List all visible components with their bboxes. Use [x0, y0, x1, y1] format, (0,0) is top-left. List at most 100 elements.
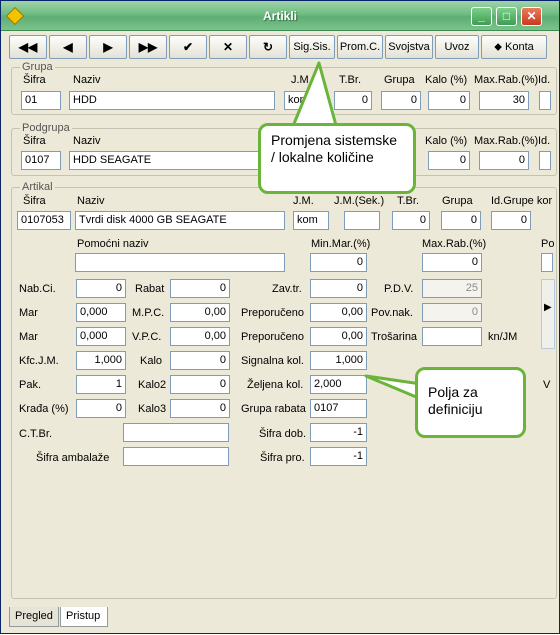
accept-button[interactable]: ✔ — [169, 35, 207, 59]
grupa-maxrab-field[interactable]: 30 — [479, 91, 529, 110]
mpc-label: M.P.C. — [132, 307, 165, 319]
podgrupa-maxrab-field[interactable]: 0 — [479, 151, 529, 170]
zeljena-field[interactable]: 2,000 — [310, 375, 367, 394]
artikal-idgrupe-field[interactable]: 0 — [491, 211, 531, 230]
grupa-id-label: Id. — [538, 74, 551, 86]
uvoz-button[interactable]: Uvoz — [435, 35, 479, 59]
sifra-amb-field[interactable] — [123, 447, 229, 466]
grupa-sifra-label: Šifra — [23, 74, 46, 86]
artikal-maxrab-field[interactable]: 0 — [422, 253, 482, 272]
artikal-grupa-label: Grupa — [442, 195, 473, 207]
mar1-field[interactable]: 0,000 — [76, 303, 126, 322]
refresh-button[interactable]: ↻ — [249, 35, 287, 59]
kalo2-field[interactable]: 0 — [170, 375, 230, 394]
prom-c-button[interactable]: Prom.C. — [337, 35, 383, 59]
polja-callout-text: Polja za definiciju — [428, 384, 483, 417]
po-field[interactable] — [541, 253, 553, 272]
artikal-naziv-field[interactable]: Tvrdi disk 4000 GB SEAGATE — [75, 211, 285, 230]
close-button[interactable]: ✕ — [521, 7, 542, 26]
rabat-field[interactable]: 0 — [170, 279, 230, 298]
trosarina-field[interactable] — [422, 327, 482, 346]
artikal-grupa-field[interactable]: 0 — [441, 211, 481, 230]
mar2-field[interactable]: 0,000 — [76, 327, 126, 346]
artikal-jm-label: J.M. — [293, 195, 314, 207]
podgrupa-id-label: Id. — [538, 135, 551, 147]
kfcjm-field[interactable]: 1,000 — [76, 351, 126, 370]
kfcjm-label: Kfc.J.M. — [19, 355, 59, 367]
sig-sis-button[interactable]: Sig.Sis. — [289, 35, 335, 59]
grupa-kalo-field[interactable]: 0 — [428, 91, 470, 110]
minmar-field[interactable]: 0 — [310, 253, 367, 272]
cancel-button[interactable]: ✕ — [209, 35, 247, 59]
vpc-field[interactable]: 0,00 — [170, 327, 230, 346]
svojstva-button[interactable]: Svojstva — [385, 35, 433, 59]
next-record-button[interactable]: ▶ — [89, 35, 127, 59]
grupa-naziv-field[interactable]: HDD — [69, 91, 275, 110]
artikal-jmsek-label: J.M.(Sek.) — [334, 195, 385, 207]
grupa-maxrab-label: Max.Rab.(%) — [474, 74, 539, 86]
artikal-sifra-field[interactable]: 0107053 — [17, 211, 71, 230]
artikal-jm-field[interactable]: kom — [293, 211, 329, 230]
first-record-button[interactable]: ◀◀ — [9, 35, 47, 59]
podgrupa-sifra-field[interactable]: 0107 — [21, 151, 61, 170]
grupa-rabata-field[interactable]: 0107 — [310, 399, 367, 418]
podgrupa-id-field[interactable] — [539, 151, 551, 170]
tab-pristup[interactable]: Pristup — [60, 607, 108, 627]
sifra-pro-label: Šifra pro. — [260, 452, 305, 464]
v-label: V — [543, 379, 551, 391]
grupa-sifra-field[interactable]: 01 — [21, 91, 61, 110]
grupa-tbr-label: T.Br. — [339, 74, 362, 86]
artikal-tbr-field[interactable]: 0 — [392, 211, 430, 230]
vpc-label: V.P.C. — [132, 331, 162, 343]
pdv-field[interactable]: 25 — [422, 279, 482, 298]
grupa-id-field[interactable] — [539, 91, 551, 110]
sifra-pro-field[interactable]: -1 — [310, 447, 367, 466]
ctbr-field[interactable] — [123, 423, 229, 442]
prev-record-button[interactable]: ◀ — [49, 35, 87, 59]
kalo2-label: Kalo2 — [138, 379, 167, 391]
podgrupa-legend: Podgrupa — [20, 122, 72, 134]
toolbar: ◀◀ ◀ ▶ ▶▶ ✔ ✕ ↻ Sig.Sis. Prom.C. Svojstv… — [9, 35, 549, 59]
podgrupa-sifra-label: Šifra — [23, 135, 46, 147]
pak-field[interactable]: 1 — [76, 375, 126, 394]
nabci-field[interactable]: 0 — [76, 279, 126, 298]
maximize-button[interactable]: □ — [496, 7, 517, 26]
zavtr-field[interactable]: 0 — [310, 279, 367, 298]
prep2-field[interactable]: 0,00 — [310, 327, 367, 346]
minmar-label: Min.Mar.(%) — [311, 238, 371, 250]
po-label: Po — [541, 238, 555, 250]
artikal-maxrab-label: Max.Rab.(%) — [422, 238, 487, 250]
kalo-field[interactable]: 0 — [170, 351, 230, 370]
mpc-field[interactable]: 0,00 — [170, 303, 230, 322]
artikal-jmsek-field[interactable] — [344, 211, 380, 230]
tab-pregled[interactable]: Pregled — [9, 607, 59, 627]
grupa-grupa-field[interactable]: 0 — [381, 91, 421, 110]
grupa-kalo-label: Kalo (%) — [425, 74, 468, 86]
polja-callout: Polja za definiciju — [415, 367, 526, 438]
grupa-jm-field[interactable]: kom — [284, 91, 324, 110]
konta-button[interactable]: ⬥ Konta — [481, 35, 547, 59]
last-record-button[interactable]: ▶▶ — [129, 35, 167, 59]
povnak-field[interactable]: 0 — [422, 303, 482, 322]
konta-label: Konta — [505, 41, 534, 53]
pomocni-naziv-field[interactable] — [75, 253, 285, 272]
prep1-field[interactable]: 0,00 — [310, 303, 367, 322]
side-scroll-button[interactable]: ▶ — [541, 279, 555, 349]
title-bar[interactable]: Artikli _ □ ✕ — [1, 1, 559, 31]
podgrupa-naziv-field[interactable]: HDD SEAGATE — [69, 151, 275, 170]
grupa-jm-label: J.M. — [291, 74, 312, 86]
grupa-grupa-label: Grupa — [384, 74, 415, 86]
artikal-legend: Artikal — [20, 181, 55, 193]
grupa-tbr-field[interactable]: 0 — [334, 91, 372, 110]
krada-field[interactable]: 0 — [76, 399, 126, 418]
grupa-rabata-label: Grupa rabata — [241, 403, 306, 415]
podgrupa-kalo-field[interactable]: 0 — [428, 151, 470, 170]
nabci-label: Nab.Ci. — [19, 283, 56, 295]
podgrupa-naziv-label: Naziv — [73, 135, 101, 147]
kalo3-field[interactable]: 0 — [170, 399, 230, 418]
sifra-dob-field[interactable]: -1 — [310, 423, 367, 442]
minimize-button[interactable]: _ — [471, 7, 492, 26]
grupa-naziv-label: Naziv — [73, 74, 101, 86]
podgrupa-maxrab-label: Max.Rab.(%) — [474, 135, 539, 147]
signalna-field[interactable]: 1,000 — [310, 351, 367, 370]
